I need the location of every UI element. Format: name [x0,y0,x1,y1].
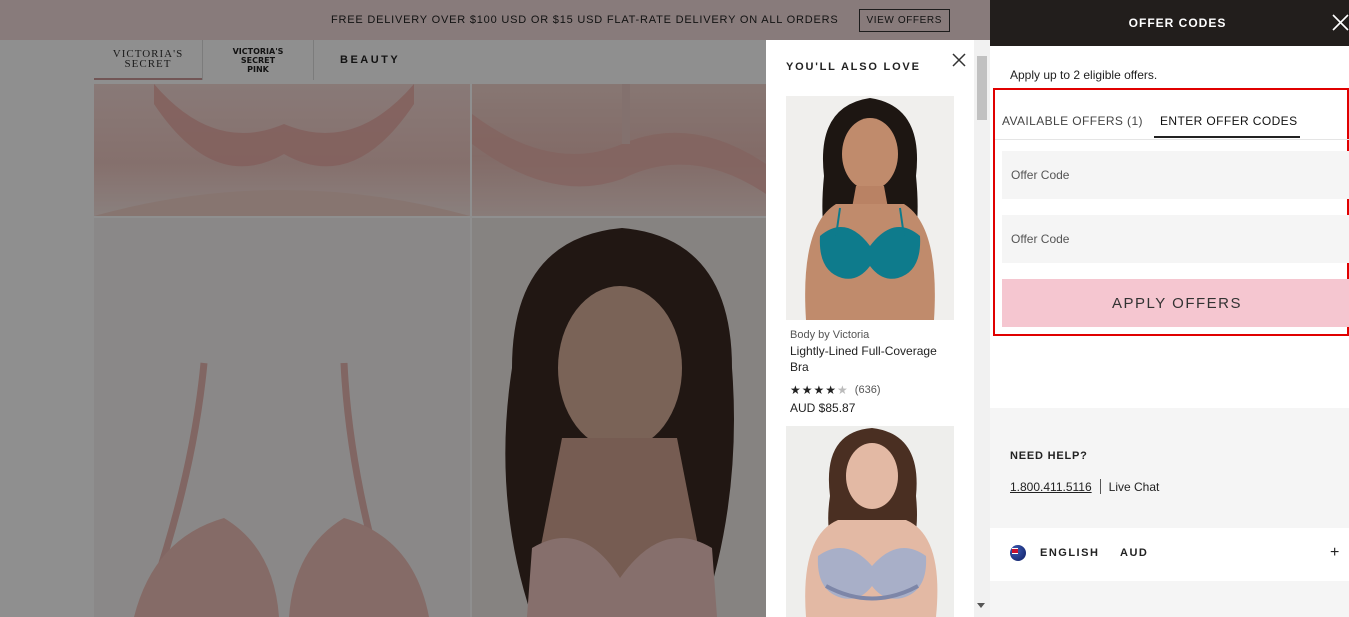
offer-tabs: AVAILABLE OFFERS (1) ENTER OFFER CODES [995,90,1349,140]
rating-stars: ★★★★★ [790,383,849,397]
offer-code-input-2[interactable] [1002,215,1349,263]
recommendations-panel: YOU'LL ALSO LOVE Body by Victoria Lightl… [766,40,990,617]
rating-count: (636) [854,384,881,396]
language-label: ENGLISH [1040,547,1100,559]
scrollbar-track[interactable] [974,40,990,617]
recommendations-title: YOU'LL ALSO LOVE [786,61,921,73]
offer-codes-drawer: OFFER CODES Apply up to 2 eligible offer… [990,0,1349,617]
product-price: AUD $85.87 [790,401,856,415]
drawer-header: OFFER CODES [990,0,1349,46]
flag-icon [1010,545,1026,561]
product-brand: Body by Victoria [790,329,870,341]
product-rating: ★★★★★ (636) [790,383,880,397]
help-section: NEED HELP? 1.800.411.5116 Live Chat [990,408,1349,528]
apply-note: Apply up to 2 eligible offers. [1010,68,1158,82]
scroll-down-icon[interactable] [977,603,985,608]
drawer-title: OFFER CODES [1128,16,1227,30]
locale-selector[interactable]: ENGLISH AUD + [990,529,1349,581]
phone-link[interactable]: 1.800.411.5116 [1010,480,1092,494]
live-chat-link[interactable]: Live Chat [1109,480,1160,494]
offer-code-section: AVAILABLE OFFERS (1) ENTER OFFER CODES A… [993,88,1349,336]
plus-icon[interactable]: + [1330,545,1339,561]
scrollbar-thumb[interactable] [977,56,987,120]
offer-code-input-1[interactable] [1002,151,1349,199]
help-title: NEED HELP? [1010,450,1088,462]
tab-enter-offer-codes[interactable]: ENTER OFFER CODES [1160,114,1297,128]
tab-available-offers[interactable]: AVAILABLE OFFERS (1) [1002,114,1143,128]
product-image[interactable] [786,96,954,320]
help-contacts: 1.800.411.5116 Live Chat [1010,479,1159,494]
currency-label: AUD [1120,547,1149,559]
product-image[interactable] [786,426,954,617]
close-icon[interactable] [949,50,969,70]
drawer-footer [990,581,1349,617]
active-tab-indicator [1154,136,1300,138]
apply-offers-button[interactable]: APPLY OFFERS [1002,279,1349,327]
divider [1099,479,1101,494]
product-name[interactable]: Lightly-Lined Full-Coverage Bra [790,343,940,375]
close-icon[interactable] [1331,12,1349,32]
